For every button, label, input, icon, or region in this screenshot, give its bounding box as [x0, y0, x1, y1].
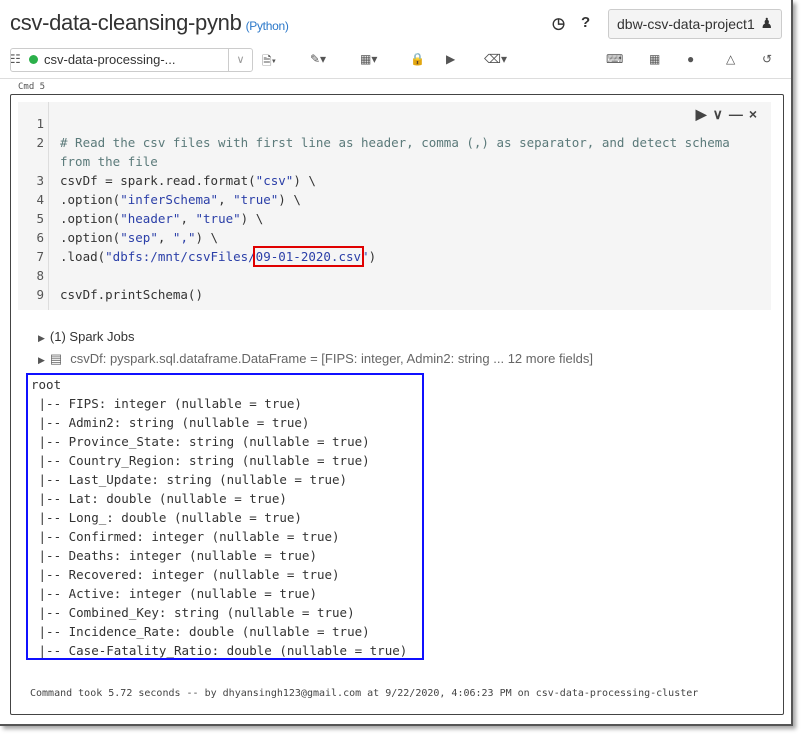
schema-line: |-- Deaths: integer (nullable = true): [31, 548, 317, 563]
schema-line: |-- Country_Region: string (nullable = t…: [31, 453, 370, 468]
code-token: ) \: [293, 173, 316, 188]
code-line: from the file: [60, 154, 158, 169]
code-token: .load(: [60, 249, 106, 264]
history-icon[interactable]: ◷: [552, 14, 565, 32]
line-number: 8: [36, 268, 44, 283]
schema-line: |-- Case-Fatality_Ratio: double (nullabl…: [31, 643, 408, 658]
line-number: 4: [36, 192, 44, 207]
minimize-icon[interactable]: —: [729, 106, 749, 122]
schema-line: |-- Admin2: string (nullable = true): [31, 415, 310, 430]
code-token: from the file: [60, 154, 158, 169]
code-line: .option("sep", ",") \: [60, 230, 218, 245]
image-menu-icon[interactable]: ▦▾: [360, 52, 377, 66]
expand-icon: ▶: [38, 333, 45, 343]
code-token: # Read the csv files with first line as …: [60, 135, 730, 150]
code-token: .option(: [60, 211, 121, 226]
code-line: csvDf = spark.read.format("csv") \: [60, 173, 316, 188]
line-number: 5: [36, 211, 44, 226]
schema-line: |-- Incidence_Rate: double (nullable = t…: [31, 624, 370, 639]
chevron-down-icon: ∨: [228, 49, 252, 71]
file-menu-icon[interactable]: 🗎▾: [262, 52, 276, 73]
cluster-select[interactable]: csv-data-processing-... ∨: [10, 48, 253, 72]
schema-line: |-- Confirmed: integer (nullable = true): [31, 529, 340, 544]
cell-menu-icon[interactable]: ∨: [713, 106, 729, 122]
schema-line: |-- FIPS: integer (nullable = true): [31, 396, 302, 411]
language-label[interactable]: (Python): [246, 19, 289, 33]
line-number: 1: [36, 116, 44, 131]
code-token: ,: [157, 230, 173, 245]
code-token: ,: [180, 211, 196, 226]
code-token: ) \: [240, 211, 264, 226]
code-token: "sep": [120, 230, 158, 245]
schema-line: |-- Lat: double (nullable = true): [31, 491, 287, 506]
expand-icon: ▶: [38, 355, 45, 365]
notebook-page: csv-data-cleansing-pynb (Python) ◷ ? dbw-…: [0, 0, 793, 726]
run-cell-icon[interactable]: ▶: [696, 106, 713, 122]
schema-line: |-- Last_Update: string (nullable = true…: [31, 472, 348, 487]
command-footer: Command took 5.72 seconds -- by dhyansin…: [30, 688, 699, 699]
code-token: csvDf = spark.read.format(: [60, 173, 256, 188]
line-number: 6: [36, 230, 44, 245]
code-line: .option("inferSchema", "true") \: [60, 192, 301, 207]
workspace-user-button[interactable]: dbw-csv-data-project1 ♟: [608, 9, 782, 39]
code-token: ,: [218, 192, 234, 207]
schedule-icon[interactable]: ▦: [649, 52, 660, 66]
schema-line: |-- Combined_Key: string (nullable = tru…: [31, 605, 355, 620]
cell-label: Cmd 5: [18, 82, 46, 92]
code-token: "header": [120, 211, 181, 226]
code-token: ) \: [195, 230, 219, 245]
cell-controls: ▶∨—×: [696, 106, 763, 123]
code-token: ": [361, 249, 369, 264]
code-token: .option(: [60, 230, 121, 245]
code-token: "inferSchema": [120, 192, 219, 207]
schema-line: |-- Recovered: integer (nullable = true): [31, 567, 340, 582]
code-token: .option(: [60, 192, 121, 207]
code-token: ",": [172, 230, 196, 245]
code-line: # Read the csv files with first line as …: [60, 135, 730, 150]
line-number: 3: [36, 173, 44, 188]
code-token: "dbfs:/mnt/csvFiles/: [105, 249, 256, 264]
notebook-title: csv-data-cleansing-pynb (Python): [10, 10, 289, 35]
spark-jobs-toggle[interactable]: ▶ (1) Spark Jobs: [38, 329, 134, 344]
experiment-icon[interactable]: △: [726, 52, 735, 66]
code-token: ): [368, 249, 377, 264]
divider: [0, 78, 791, 79]
cluster-status-icon: [29, 55, 38, 64]
edit-menu-icon[interactable]: ✎▾: [310, 52, 326, 66]
code-editor[interactable]: ▶∨—× 1 2 # Read the csv files with first l…: [18, 102, 771, 310]
code-token: "true": [195, 211, 241, 226]
clear-menu-icon[interactable]: ⌫▾: [484, 52, 507, 66]
keyboard-icon[interactable]: ⌨: [606, 52, 623, 66]
dataframe-summary[interactable]: ▶ ▤ csvDf: pyspark.sql.dataframe.DataFrame…: [38, 351, 593, 367]
schema-line: root: [31, 377, 62, 392]
table-icon: ▤: [49, 351, 63, 366]
code-token: csvDf.printSchema(): [60, 287, 203, 302]
code-line: .load("dbfs:/mnt/csvFiles/09-01-2020.csv…: [60, 246, 377, 267]
code-line: .option("header", "true") \: [60, 211, 263, 226]
schema-output: root |-- FIPS: integer (nullable = true)…: [26, 373, 424, 660]
schema-line: |-- Province_State: string (nullable = t…: [31, 434, 370, 449]
lock-icon[interactable]: 🔒: [410, 52, 425, 66]
schema-line: |-- Active: integer (nullable = true): [31, 586, 317, 601]
user-icon: ♟: [760, 15, 773, 31]
gutter: [48, 102, 49, 310]
revision-history-icon[interactable]: ↺: [762, 52, 772, 66]
code-line: csvDf.printSchema(): [60, 287, 203, 302]
code-token: ) \: [278, 192, 301, 207]
comments-icon[interactable]: ●: [687, 52, 694, 66]
line-number: 9: [36, 287, 44, 302]
help-icon[interactable]: ?: [581, 14, 590, 31]
run-all-icon[interactable]: ▶: [446, 52, 455, 66]
highlighted-filename: 09-01-2020.csv: [252, 246, 365, 267]
code-token: "csv": [255, 173, 294, 188]
code-token: "true": [233, 192, 279, 207]
line-number: 7: [36, 249, 44, 264]
line-number: 2: [36, 135, 44, 150]
schema-line: |-- Long_: double (nullable = true): [31, 510, 302, 525]
close-icon[interactable]: ×: [749, 106, 763, 122]
